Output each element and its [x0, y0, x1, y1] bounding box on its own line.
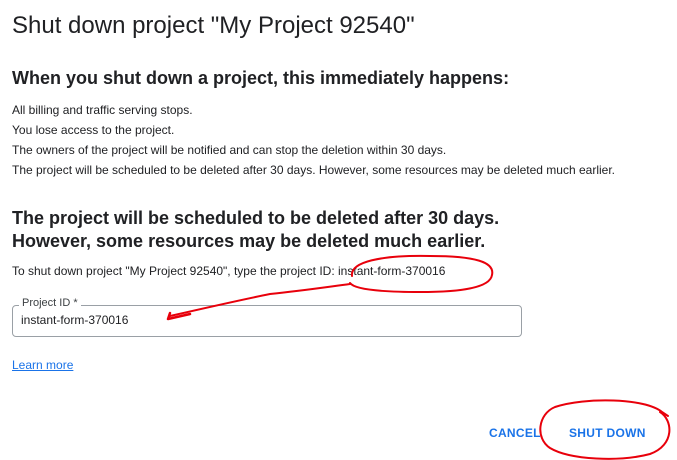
warning-line-2: However, some resources may be deleted m… — [12, 231, 486, 251]
learn-more-link[interactable]: Learn more — [12, 358, 73, 372]
project-id-label: Project ID * — [19, 297, 81, 309]
consequences-heading: When you shut down a project, this immed… — [12, 68, 510, 88]
list-item: The project will be scheduled to be dele… — [12, 163, 615, 177]
consequences-list: All billing and traffic serving stops. Y… — [12, 100, 615, 180]
list-item: All billing and traffic serving stops. — [12, 103, 193, 117]
warning-line-1: The project will be scheduled to be dele… — [12, 208, 500, 228]
list-item: You lose access to the project. — [12, 123, 175, 137]
project-id-input[interactable] — [21, 313, 501, 327]
confirm-instruction: To shut down project "My Project 92540",… — [12, 264, 446, 278]
list-item: The owners of the project will be notifi… — [12, 143, 447, 157]
shut-down-button[interactable]: SHUT DOWN — [569, 426, 646, 440]
dialog-title: Shut down project "My Project 92540" — [12, 12, 415, 39]
deletion-warning: The project will be scheduled to be dele… — [12, 207, 499, 253]
cancel-button[interactable]: CANCEL — [489, 426, 541, 440]
shutdown-dialog: Shut down project "My Project 92540" Whe… — [0, 0, 677, 460]
project-id-field[interactable]: Project ID * — [12, 297, 522, 337]
